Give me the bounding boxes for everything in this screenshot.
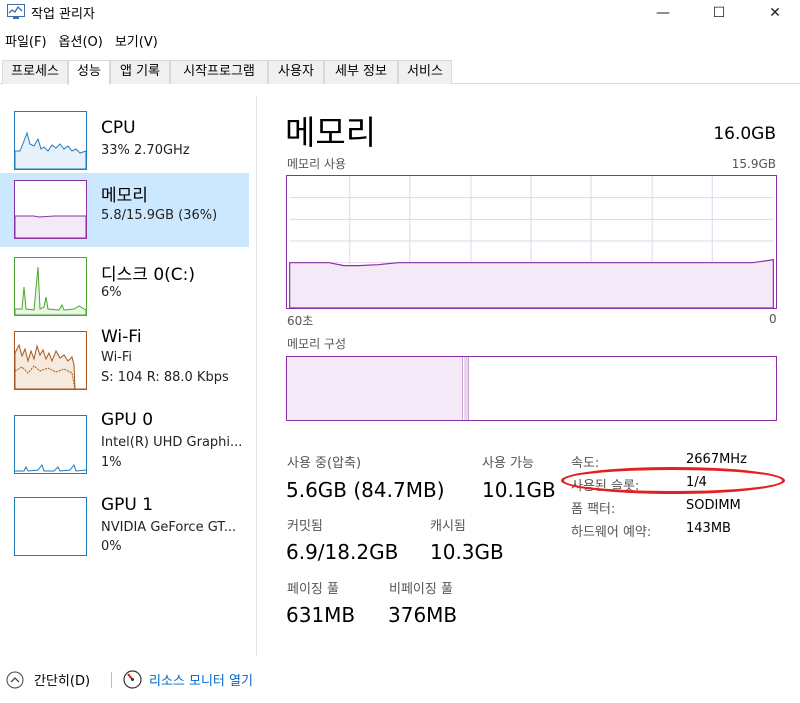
- disk-thumbnail-graph: [14, 257, 87, 316]
- memory-composition-bar: [286, 356, 777, 421]
- resource-monitor-link[interactable]: 리소스 모니터 열기: [123, 670, 253, 689]
- tab-services[interactable]: 서비스: [398, 60, 452, 84]
- usage-graph-label: 메모리 사용: [287, 157, 347, 171]
- axis-left-label: 60초: [287, 314, 314, 328]
- available-label: 사용 가능: [482, 456, 534, 471]
- maximize-icon: ☐: [712, 5, 726, 21]
- tab-details[interactable]: 세부 정보: [324, 60, 398, 84]
- speed-label: 속도:: [571, 456, 600, 471]
- footer-divider: [111, 672, 112, 688]
- cpu-thumbnail-graph: [14, 111, 87, 170]
- form-factor-label: 폼 팩터:: [571, 502, 616, 517]
- composition-label: 메모리 구성: [287, 337, 347, 351]
- sidebar-item-title: CPU: [101, 118, 136, 138]
- menu-options[interactable]: 옵션(O): [54, 32, 110, 54]
- sidebar-item-title: Wi-Fi: [101, 327, 142, 347]
- sidebar-item-detail: 6%: [101, 285, 122, 300]
- task-manager-icon: [7, 4, 25, 19]
- tab-app-history[interactable]: 앱 기록: [110, 60, 170, 84]
- memory-usage-graph: [286, 175, 777, 309]
- sidebar-item-memory[interactable]: 메모리 5.8/15.9GB (36%): [0, 173, 249, 247]
- sidebar-item-detail: Intel(R) UHD Graphi...: [101, 435, 243, 450]
- cached-value: 10.3GB: [430, 540, 504, 564]
- usage-graph-max: 15.9GB: [731, 157, 776, 171]
- minimize-icon: —: [656, 5, 670, 21]
- tab-users[interactable]: 사용자: [268, 60, 324, 84]
- gpu0-thumbnail-graph: [14, 415, 87, 474]
- sidebar-item-title: 디스크 0(C:): [101, 265, 196, 285]
- menu-bar: 파일(F) 옵션(O) 보기(V): [0, 32, 165, 54]
- tab-performance[interactable]: 성능: [68, 60, 110, 85]
- nonpaged-pool-value: 376MB: [388, 603, 458, 627]
- footer: 간단히(D) 리소스 모니터 열기: [0, 668, 800, 698]
- sidebar-item-title: GPU 0: [101, 410, 154, 430]
- sidebar-item-usage: 1%: [101, 455, 122, 470]
- tab-startup[interactable]: 시작프로그램: [170, 60, 268, 84]
- total-memory: 16.0GB: [713, 124, 776, 144]
- paged-pool-value: 631MB: [286, 603, 356, 627]
- sidebar-item-wifi[interactable]: Wi-Fi Wi-Fi S: 104 R: 88.0 Kbps: [0, 324, 249, 398]
- close-button[interactable]: ✕: [752, 0, 798, 26]
- sidebar-item-usage: 0%: [101, 539, 122, 554]
- menu-view[interactable]: 보기(V): [110, 32, 165, 54]
- composition-in-use: [287, 357, 463, 420]
- minimize-button[interactable]: —: [640, 0, 686, 26]
- sidebar-item-gpu1[interactable]: GPU 1 NVIDIA GeForce GT... 0%: [0, 492, 249, 566]
- axis-right-label: 0: [769, 312, 777, 326]
- speed-value: 2667MHz: [686, 452, 747, 467]
- sidebar-item-title: GPU 1: [101, 495, 154, 515]
- gpu1-thumbnail-graph: [14, 497, 87, 556]
- composition-modified: [464, 357, 469, 420]
- sidebar-item-title: 메모리: [101, 186, 148, 206]
- in-use-label: 사용 중(압축): [287, 456, 362, 471]
- resource-monitor-label: 리소스 모니터 열기: [149, 674, 253, 689]
- resource-monitor-icon: [123, 670, 142, 689]
- wifi-thumbnail-graph: [14, 331, 87, 390]
- page-title: 메모리: [285, 113, 377, 152]
- cached-label: 캐시됨: [430, 519, 466, 534]
- simple-view-button[interactable]: 간단히(D): [6, 670, 90, 689]
- tab-processes[interactable]: 프로세스: [2, 60, 68, 84]
- maximize-button[interactable]: ☐: [696, 0, 742, 26]
- window-title: 작업 관리자: [31, 7, 95, 22]
- sidebar-item-detail: 5.8/15.9GB (36%): [101, 208, 218, 223]
- nonpaged-pool-label: 비페이징 풀: [389, 582, 453, 597]
- form-factor-value: SODIMM: [686, 498, 741, 513]
- memory-thumbnail-graph: [14, 180, 87, 239]
- available-value: 10.1GB: [482, 478, 556, 502]
- tab-bar: 프로세스 성능 앱 기록 시작프로그램 사용자 세부 정보 서비스: [0, 60, 800, 85]
- simple-view-label: 간단히(D): [34, 674, 91, 689]
- in-use-value: 5.6GB (84.7MB): [286, 478, 445, 502]
- sidebar-item-cpu[interactable]: CPU 33% 2.70GHz: [0, 104, 249, 178]
- paged-pool-label: 페이징 풀: [287, 582, 339, 597]
- annotation-highlight-oval: [561, 467, 785, 494]
- menu-file[interactable]: 파일(F): [0, 32, 54, 54]
- committed-value: 6.9/18.2GB: [286, 540, 399, 564]
- sidebar-item-detail: Wi-Fi: [101, 350, 133, 365]
- chevron-up-circle-icon: [6, 671, 24, 688]
- performance-sidebar: CPU 33% 2.70GHz 메모리 5.8/15.9GB (36%) 디스크…: [0, 96, 256, 656]
- sidebar-item-detail: 33% 2.70GHz: [101, 143, 190, 158]
- hardware-reserved-value: 143MB: [686, 521, 731, 536]
- sidebar-item-gpu0[interactable]: GPU 0 Intel(R) UHD Graphi... 1%: [0, 410, 249, 484]
- sidebar-divider: [256, 96, 257, 656]
- close-icon: ✕: [769, 5, 781, 21]
- committed-label: 커밋됨: [287, 519, 323, 534]
- sidebar-item-detail: NVIDIA GeForce GT...: [101, 520, 237, 535]
- hardware-reserved-label: 하드웨어 예약:: [571, 525, 652, 540]
- sidebar-item-throughput: S: 104 R: 88.0 Kbps: [101, 370, 229, 385]
- sidebar-item-disk[interactable]: 디스크 0(C:) 6%: [0, 250, 249, 324]
- title-bar: 작업 관리자 — ☐ ✕: [0, 0, 800, 26]
